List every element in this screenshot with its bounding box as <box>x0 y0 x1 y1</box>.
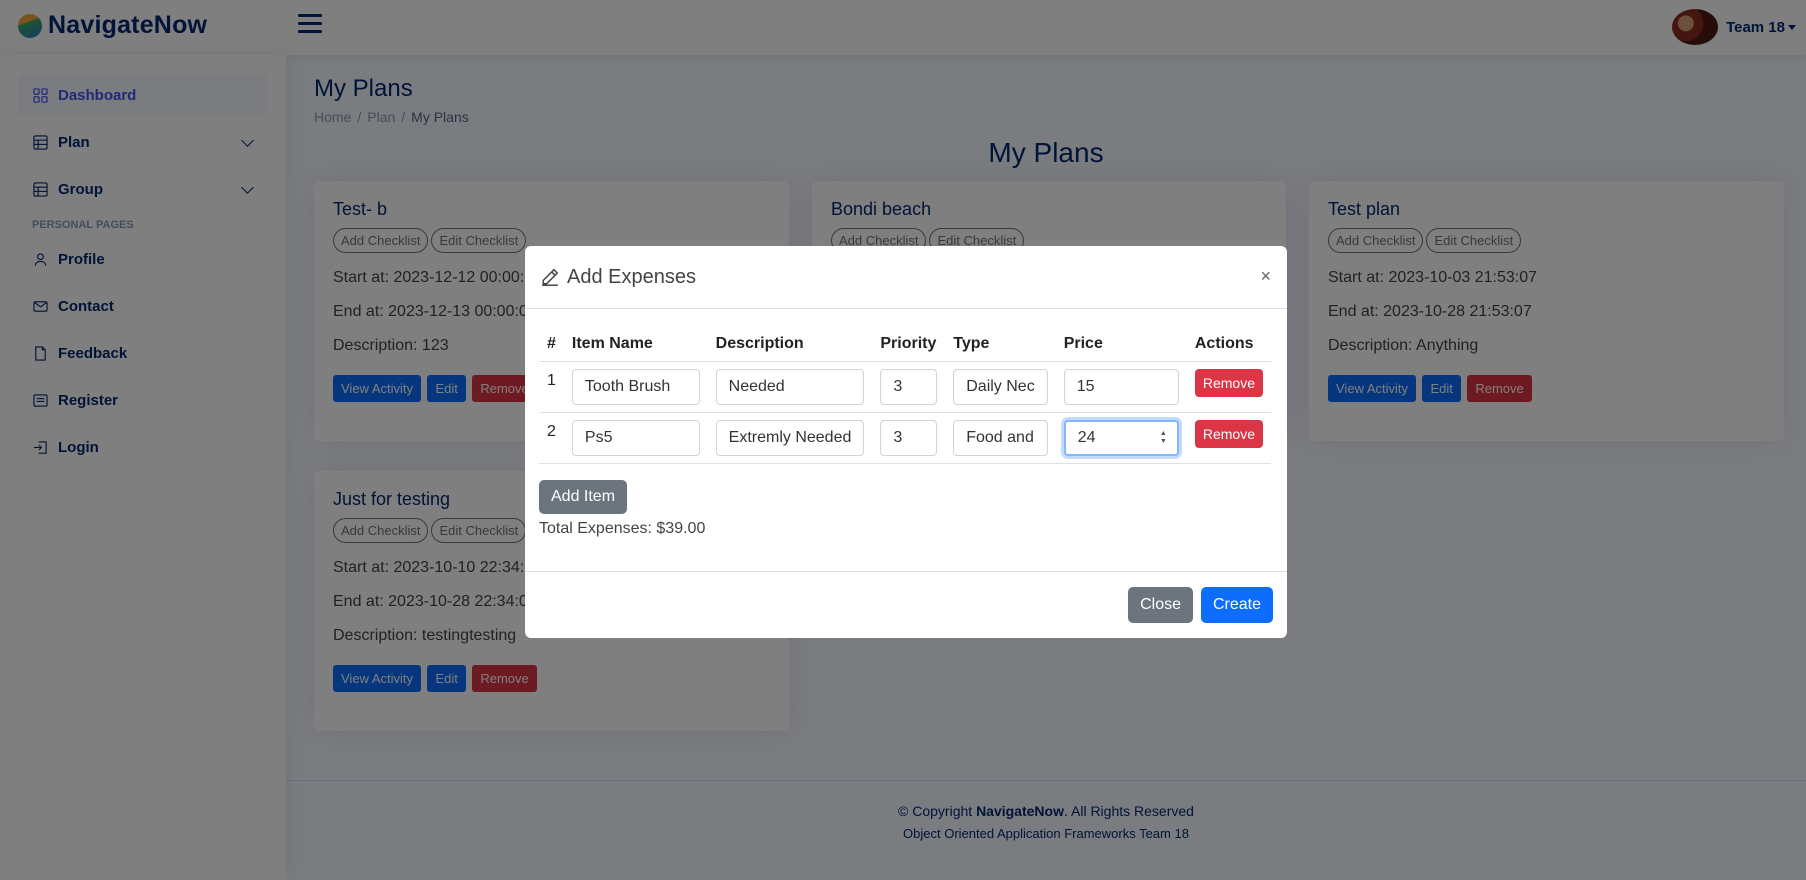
create-button[interactable]: Create <box>1200 587 1273 623</box>
table-row: 1 Tooth Brush Needed 3 Daily Nec 15 Remo… <box>539 361 1271 413</box>
price-value: 24 <box>1077 429 1096 446</box>
column-header: Description <box>707 325 873 362</box>
expenses-table: # Item Name Description Priority Type Pr… <box>539 325 1271 464</box>
table-row: 2 Ps5 Extremly Needed 3 Food and 24 ▲ ▼ R… <box>539 412 1271 464</box>
column-header: Type <box>945 325 1056 362</box>
row-index: 1 <box>539 361 564 413</box>
close-button[interactable]: Close <box>1128 587 1193 623</box>
modal-header: Add Expenses × <box>525 246 1287 309</box>
pencil-icon <box>542 268 559 286</box>
close-icon[interactable]: × <box>1260 266 1271 287</box>
column-header: Actions <box>1186 325 1271 362</box>
item-name-input[interactable]: Ps5 <box>571 420 700 456</box>
column-header: Item Name <box>563 325 708 362</box>
column-header: # <box>539 325 564 362</box>
item-name-input[interactable]: Tooth Brush <box>571 369 700 405</box>
type-input[interactable]: Food and <box>953 420 1048 456</box>
add-expenses-modal: Add Expenses × # Item Name Description P… <box>525 246 1287 638</box>
description-input[interactable]: Extremly Needed <box>715 420 865 456</box>
modal-title-text: Add Expenses <box>567 265 696 288</box>
column-header: Priority <box>872 325 946 362</box>
description-input[interactable]: Needed <box>715 369 865 405</box>
table-header-row: # Item Name Description Priority Type Pr… <box>539 325 1271 362</box>
priority-input[interactable]: 3 <box>880 420 938 456</box>
total-expenses: Total Expenses: $39.00 <box>539 520 706 537</box>
row-index: 2 <box>539 412 564 464</box>
modal-body: # Item Name Description Priority Type Pr… <box>525 309 1287 554</box>
remove-row-button[interactable]: Remove <box>1194 420 1263 448</box>
priority-input[interactable]: 3 <box>880 369 938 405</box>
type-input[interactable]: Daily Nec <box>953 369 1048 405</box>
price-input[interactable]: 15 <box>1063 369 1179 405</box>
price-input[interactable]: 24 ▲ ▼ <box>1063 420 1179 456</box>
modal-title: Add Expenses <box>541 266 696 289</box>
column-header: Price <box>1055 325 1187 362</box>
number-spinner-icon[interactable]: ▲ ▼ <box>1160 430 1167 446</box>
add-item-button[interactable]: Add Item <box>539 480 628 514</box>
remove-row-button[interactable]: Remove <box>1194 369 1263 397</box>
modal-footer: Close Create <box>525 571 1287 638</box>
